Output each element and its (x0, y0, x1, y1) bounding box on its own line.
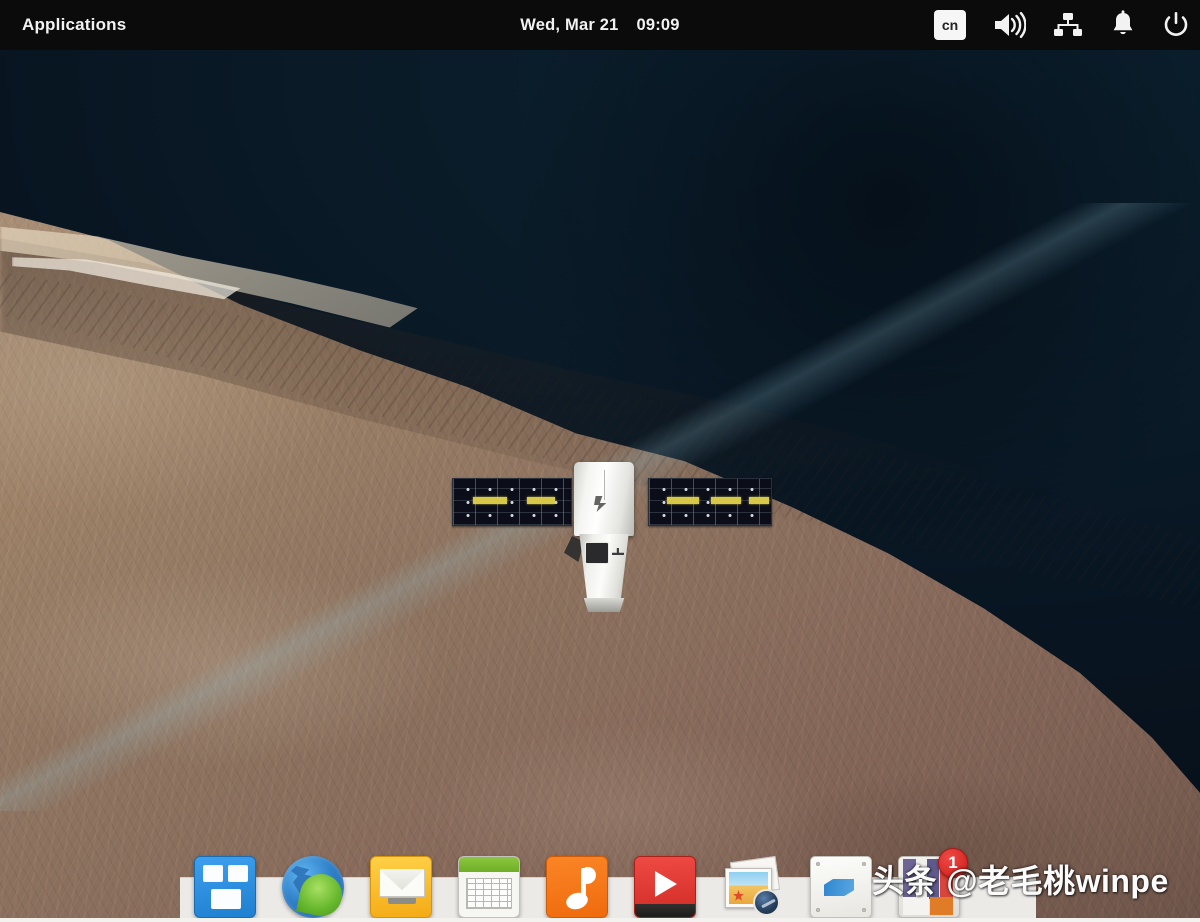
dock-item-mail-client[interactable] (370, 856, 432, 918)
desktop-screen: Applications Wed, Mar 21 09:09 cn (0, 0, 1200, 922)
dock-item-text-editor[interactable] (810, 856, 872, 918)
dock-item-show-applications[interactable] (194, 856, 256, 918)
array-connector (473, 497, 507, 504)
wired-network-icon (1052, 11, 1084, 39)
top-panel: Applications Wed, Mar 21 09:09 cn (0, 0, 1200, 50)
spacecraft-graphic (452, 452, 772, 632)
clock[interactable]: Wed, Mar 21 09:09 (470, 16, 730, 35)
volume-button[interactable] (992, 10, 1026, 40)
array-connector (711, 497, 741, 504)
solar-array-left-icon (452, 478, 572, 526)
array-connector (749, 497, 769, 504)
capsule-body (574, 462, 634, 536)
keyboard-layout-icon: cn (934, 10, 966, 40)
trunk-marking-icon (612, 548, 624, 560)
capsule-trunk (576, 534, 632, 600)
calendar-icon (458, 856, 520, 918)
play-triangle (655, 871, 677, 897)
array-connector (527, 497, 555, 504)
network-button[interactable] (1052, 11, 1084, 39)
calendar-grid (466, 878, 512, 909)
globe-icon (282, 856, 344, 918)
player-control-strip (635, 904, 695, 917)
inbox-tray (388, 898, 416, 904)
magnifier-icon (753, 889, 780, 916)
power-button[interactable] (1162, 10, 1190, 40)
doc-corner (862, 862, 866, 866)
power-icon (1162, 10, 1190, 40)
notifications-button[interactable] (1110, 10, 1136, 40)
doc-corner (862, 908, 866, 912)
note-flag (583, 867, 597, 884)
dock-item-calendar[interactable] (458, 856, 520, 918)
play-icon (634, 856, 696, 918)
doc-glyph (824, 879, 854, 896)
trunk-base (582, 598, 626, 612)
applications-menu-button[interactable]: Applications (14, 10, 134, 40)
dock-bottom-edge (0, 918, 1200, 922)
app-grid-icon (194, 856, 256, 918)
capsule-seam (604, 470, 605, 500)
bell-icon (1110, 10, 1136, 40)
input-method-indicator[interactable]: cn (934, 10, 966, 40)
clock-date: Wed, Mar 21 (520, 16, 618, 34)
capsule-logo-icon (594, 496, 608, 512)
dock-item-music-player[interactable] (546, 856, 608, 918)
dock-item-list: 1 (180, 832, 1036, 922)
dock-panel: 1 (180, 877, 1036, 922)
doc-corner (816, 862, 820, 866)
dock-item-web-browser[interactable] (282, 856, 344, 918)
speaker-icon (992, 10, 1026, 40)
system-tray: cn (934, 0, 1190, 50)
music-note-icon (546, 856, 608, 918)
notification-badge: 1 (938, 848, 968, 878)
doc-corner (816, 908, 820, 912)
dock-item-photo-manager[interactable] (722, 856, 784, 918)
envelope-icon (370, 856, 432, 918)
photo-lens-icon (722, 856, 784, 918)
calendar-header (459, 857, 519, 872)
dock-item-software-center[interactable]: 1 (898, 856, 960, 918)
dock-item-video-player[interactable] (634, 856, 696, 918)
desktop-wallpaper[interactable] (0, 0, 1200, 922)
solar-array-right-icon (648, 478, 772, 526)
clock-time: 09:09 (636, 16, 679, 34)
array-connector (667, 497, 699, 504)
document-icon (810, 856, 872, 918)
trunk-hatch (585, 542, 609, 564)
